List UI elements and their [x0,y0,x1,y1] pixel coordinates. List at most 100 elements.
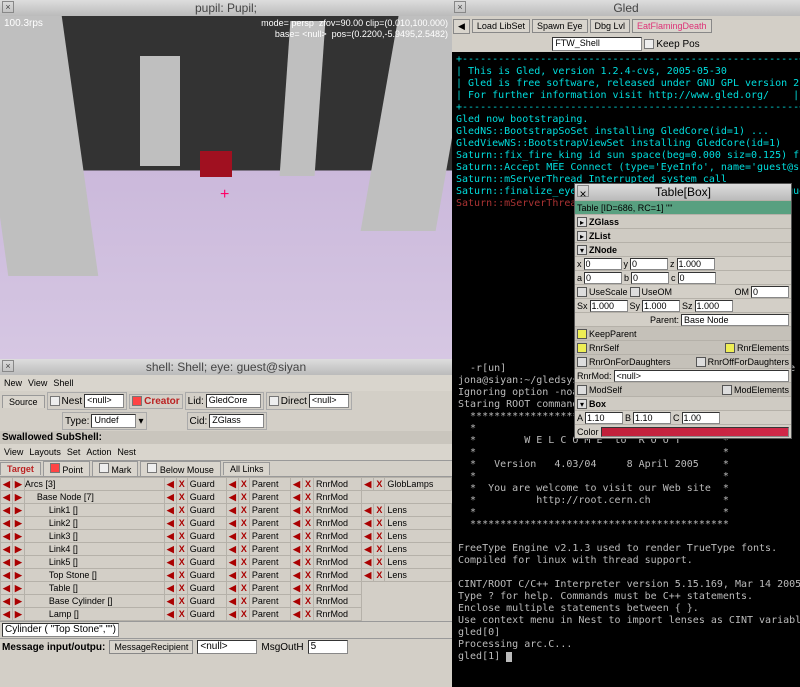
c-input[interactable] [678,272,716,284]
nest-checkbox[interactable] [50,396,60,406]
tree-row[interactable]: ◀▶Arcs [3]◀XGuard◀XParent◀XRnrMod◀XGlobL… [1,478,452,491]
swallowed-label: Swallowed SubShell: [2,432,102,443]
close-icon[interactable]: × [577,185,589,197]
shell-menu[interactable]: New View Shell [0,375,452,391]
eye-combo[interactable]: FTW_Shell [552,37,642,51]
spawn-eye-button[interactable]: Spawn Eye [532,19,588,33]
submenu-set[interactable]: Set [67,447,81,457]
shell-title: shell: Shell; eye: guest@siyan [146,360,306,374]
msg-recipient-button[interactable]: MessageRecipient [109,640,193,654]
close-icon[interactable]: × [454,1,466,13]
menu-shell[interactable]: Shell [53,378,73,388]
z-input[interactable] [677,258,715,270]
direct-checkbox[interactable] [269,396,279,406]
lid-label: Lid: [188,396,204,407]
rnron-checkbox[interactable] [577,357,587,367]
box-row[interactable]: Box [589,399,606,409]
tablebox-window[interactable]: ×Table[Box] Table [ID=686, RC=1] "" ▸ZGl… [574,183,792,439]
crosshair-icon: + [220,186,229,204]
modelem-checkbox[interactable] [722,385,732,395]
close-icon[interactable]: × [2,1,14,13]
modself-checkbox[interactable] [577,385,587,395]
tab-source[interactable]: Source [2,395,45,408]
expand-icon[interactable]: ▸ [577,217,587,227]
exit-button[interactable]: EatFlamingDeath [632,19,712,33]
C-input[interactable] [682,412,720,424]
use-scale-checkbox[interactable] [577,287,587,297]
rnrself-checkbox[interactable] [577,343,587,353]
tree-row[interactable]: ◀▶Base Cylinder []◀XGuard◀XParent◀XRnrMo… [1,595,452,608]
parent-field[interactable]: Base Node [681,314,789,326]
collapse-icon[interactable]: ▾ [577,399,587,409]
menu-new[interactable]: New [4,378,22,388]
lid-field[interactable]: GledCore [206,394,261,408]
tab-target[interactable]: Target [0,462,41,475]
tab-mark: Mark [92,461,139,476]
y-input[interactable] [630,258,668,270]
tree-row[interactable]: ◀▶Base Node [7]◀XGuard◀XParent◀XRnrMod [1,491,452,504]
msg-recipient-field[interactable]: <null> [197,640,257,654]
tab-below-mouse: Below Mouse [140,461,221,476]
tree-table[interactable]: ◀▶Arcs [3]◀XGuard◀XParent◀XRnrMod◀XGlobL… [0,477,452,621]
b-input[interactable] [631,272,669,284]
expand-icon[interactable]: ▸ [577,231,587,241]
msg-outh-field[interactable]: 5 [308,640,348,654]
sz-input[interactable] [695,300,733,312]
creator-checkbox[interactable] [132,396,142,406]
x-input[interactable] [584,258,622,270]
zlist-row[interactable]: ZList [589,231,611,241]
tree-row[interactable]: ◀▶Link2 []◀XGuard◀XParent◀XRnrMod◀XLens [1,517,452,530]
close-icon[interactable]: × [2,360,14,372]
tree-row[interactable]: ◀▶Link4 []◀XGuard◀XParent◀XRnrMod◀XLens [1,543,452,556]
use-om-checkbox[interactable] [630,287,640,297]
rnrmod-field[interactable]: <null> [614,370,789,382]
tree-row[interactable]: ◀▶Link3 []◀XGuard◀XParent◀XRnrMod◀XLens [1,530,452,543]
tree-row[interactable]: ◀▶Lamp []◀XGuard◀XParent◀XRnrMod [1,608,452,621]
a-input[interactable] [584,272,622,284]
pupil-title: pupil: Pupil; [195,1,257,15]
collapse-icon[interactable]: ▾ [577,245,587,255]
tree-row[interactable]: ◀▶Top Stone []◀XGuard◀XParent◀XRnrMod◀XL… [1,569,452,582]
tree-row[interactable]: ◀▶Table []◀XGuard◀XParent◀XRnrMod [1,582,452,595]
shell-titlebar[interactable]: × shell: Shell; eye: guest@siyan [0,359,452,375]
tree-row[interactable]: ◀▶Link1 []◀XGuard◀XParent◀XRnrMod◀XLens [1,504,452,517]
tab-point: Point [43,461,90,476]
cylinder-status: Cylinder ( "Top Stone","") [2,623,119,637]
arrow-left-icon[interactable]: ◀ [453,19,470,34]
gled-titlebar[interactable]: × Gled [452,0,800,16]
fps-readout: 100.3rps [4,18,43,29]
dbg-lvl-button[interactable]: Dbg Lvl [590,19,631,33]
pupil-titlebar[interactable]: × pupil: Pupil; [0,0,452,16]
sx-input[interactable] [590,300,628,312]
cid-field[interactable]: ZGlass [209,414,264,428]
camera-readout: mode= persp zfov=90.00 clip=(0.010,100.0… [261,18,448,40]
zglass-row[interactable]: ZGlass [589,217,619,227]
tab-all-links[interactable]: All Links [223,462,271,475]
tree-row[interactable]: ◀▶Link5 []◀XGuard◀XParent◀XRnrMod◀XLens [1,556,452,569]
menu-view[interactable]: View [28,378,47,388]
nest-null-field[interactable]: <null> [84,394,124,408]
submenu-view[interactable]: View [4,447,23,457]
cid-label: Cid: [190,416,208,427]
rnrelem-checkbox[interactable] [725,343,735,353]
tablebox-title: Table[Box] [655,185,711,199]
pupil-3d-viewport[interactable]: + [0,16,452,359]
load-libset-button[interactable]: Load LibSet [472,19,530,33]
submenu-layouts[interactable]: Layouts [29,447,61,457]
om-input[interactable] [751,286,789,298]
type-field[interactable]: Undef [91,414,136,428]
keep-pos-checkbox[interactable] [644,39,654,49]
B-input[interactable] [633,412,671,424]
type-label: Type: [65,416,89,427]
direct-null-field[interactable]: <null> [309,394,349,408]
submenu-nest[interactable]: Nest [117,447,136,457]
direct-label: Direct [281,396,307,407]
rnroff-checkbox[interactable] [696,357,706,367]
keep-parent-checkbox[interactable] [577,329,587,339]
submenu-action[interactable]: Action [86,447,111,457]
sy-input[interactable] [642,300,680,312]
color-swatch[interactable] [601,427,789,437]
znode-row[interactable]: ZNode [589,245,617,255]
A-input[interactable] [585,412,623,424]
shell-submenu[interactable]: View Layouts Set Action Nest [0,444,452,460]
